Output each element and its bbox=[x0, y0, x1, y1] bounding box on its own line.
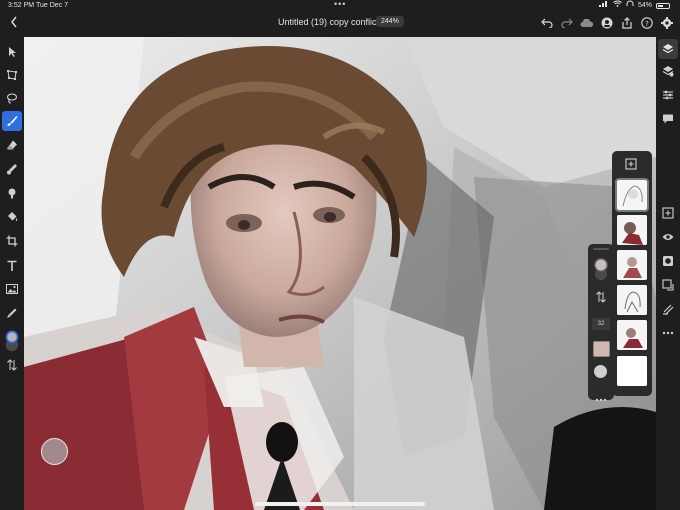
more-icon[interactable] bbox=[658, 323, 678, 343]
mask-icon[interactable] bbox=[658, 251, 678, 271]
fill-icon[interactable] bbox=[2, 183, 22, 203]
redo-icon[interactable] bbox=[560, 15, 574, 31]
home-indicator[interactable] bbox=[255, 502, 425, 506]
artwork[interactable] bbox=[24, 37, 656, 510]
swap-colors-icon[interactable] bbox=[595, 290, 607, 308]
back-button[interactable] bbox=[6, 14, 22, 32]
brush-color-chip[interactable] bbox=[593, 341, 610, 357]
selection-arrow-icon[interactable] bbox=[2, 42, 22, 62]
status-right: 54% bbox=[598, 0, 670, 12]
status-date: Tue Dec 7 bbox=[36, 2, 69, 9]
text-icon[interactable] bbox=[2, 256, 22, 276]
adjustments-icon[interactable] bbox=[658, 85, 678, 105]
layer-properties-icon[interactable] bbox=[658, 61, 678, 81]
chevron-left-icon bbox=[11, 16, 17, 28]
layer-thumbnail[interactable] bbox=[617, 285, 647, 315]
headphones-icon bbox=[626, 0, 634, 12]
zoom-level[interactable]: 244% bbox=[376, 16, 404, 27]
layer-thumbnail[interactable] bbox=[617, 215, 647, 245]
layer-thumbnail[interactable] bbox=[617, 250, 647, 280]
right-toolbar bbox=[656, 37, 680, 510]
undo-icon[interactable] bbox=[540, 15, 554, 31]
multitasking-dots[interactable]: ••• bbox=[334, 0, 346, 10]
wifi-icon bbox=[613, 0, 622, 12]
document-title[interactable]: Untitled (19) copy conflict * bbox=[278, 17, 385, 27]
opacity-dot[interactable] bbox=[594, 365, 607, 378]
share-icon[interactable] bbox=[620, 15, 634, 31]
title-bar: Untitled (19) copy conflict * 244% ? bbox=[0, 12, 680, 36]
lasso-icon[interactable] bbox=[2, 88, 22, 108]
svg-text:?: ? bbox=[645, 20, 649, 28]
color-picker-swatch[interactable] bbox=[592, 256, 610, 289]
comments-icon[interactable] bbox=[658, 109, 678, 129]
transform-icon[interactable] bbox=[2, 65, 22, 85]
panel-more-icon[interactable] bbox=[595, 389, 607, 407]
status-time: 3:52 PM bbox=[8, 2, 35, 9]
settings-icon[interactable] bbox=[660, 15, 674, 31]
battery-icon bbox=[656, 3, 670, 9]
swap-icon[interactable] bbox=[2, 355, 22, 375]
color-swatch-icon[interactable] bbox=[2, 328, 22, 354]
brush-options-panel: 32 bbox=[588, 244, 614, 402]
add-layer-button[interactable] bbox=[625, 157, 637, 175]
cloud-icon[interactable] bbox=[580, 15, 594, 31]
visibility-icon[interactable] bbox=[658, 227, 678, 247]
image-icon[interactable] bbox=[2, 279, 22, 299]
add-layer-icon[interactable] bbox=[658, 203, 678, 223]
brush-icon[interactable] bbox=[2, 111, 22, 131]
layers-panel bbox=[612, 151, 652, 396]
battery-percent: 54% bbox=[637, 2, 652, 9]
paint-bucket-icon[interactable] bbox=[2, 207, 22, 227]
title-toolbar: ? bbox=[540, 15, 674, 31]
brush-size-value[interactable]: 32 bbox=[592, 318, 610, 330]
panel-grip[interactable] bbox=[593, 248, 609, 250]
layer-thumbnail[interactable] bbox=[615, 178, 649, 212]
eyedropper-icon[interactable] bbox=[2, 303, 22, 323]
merge-icon[interactable] bbox=[658, 275, 678, 295]
account-icon[interactable] bbox=[600, 15, 614, 31]
layer-thumbnail[interactable] bbox=[617, 356, 647, 386]
layers-icon[interactable] bbox=[658, 39, 678, 59]
eraser-icon[interactable] bbox=[2, 135, 22, 155]
smudge-icon[interactable] bbox=[2, 159, 22, 179]
drawing-canvas[interactable] bbox=[24, 37, 656, 510]
crop-icon[interactable] bbox=[2, 231, 22, 251]
clear-icon[interactable] bbox=[658, 299, 678, 319]
signal-icon bbox=[598, 0, 609, 12]
brush-size-cursor bbox=[41, 438, 68, 465]
left-toolbar bbox=[0, 37, 24, 510]
layer-thumbnail[interactable] bbox=[617, 320, 647, 350]
help-icon[interactable]: ? bbox=[640, 15, 654, 31]
status-bar: 3:52 PM Tue Dec 7 ••• 54% bbox=[0, 0, 680, 12]
